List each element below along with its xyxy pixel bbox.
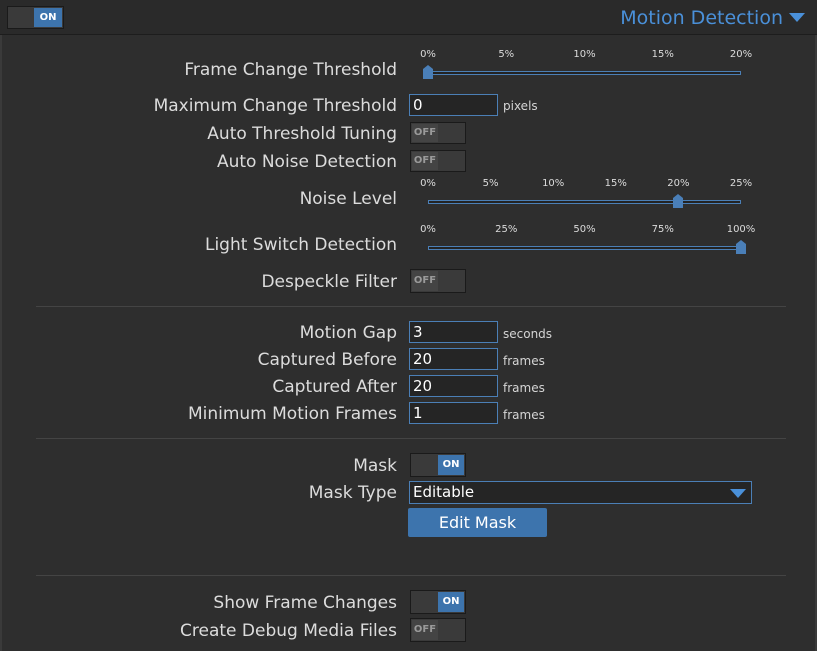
motion-gap-label: Motion Gap <box>299 323 397 343</box>
mask-type-select[interactable]: Editable <box>409 481 752 504</box>
auto-noise-detection-toggle[interactable]: OFF <box>410 150 466 172</box>
auto-noise-detection-label: Auto Noise Detection <box>216 152 397 172</box>
maximum-change-threshold-label: Maximum Change Threshold <box>153 96 397 116</box>
captured-before-label: Captured Before <box>257 350 397 370</box>
despeckle-filter-toggle[interactable]: OFF <box>410 269 466 293</box>
slider-tick-label: 10% <box>573 49 596 60</box>
slider-tick-label: 0% <box>420 224 436 235</box>
toggle-knob: OFF <box>412 271 438 291</box>
captured-before-unit: frames <box>503 354 545 368</box>
panel-border-left <box>0 0 2 651</box>
toggle-knob: ON <box>34 8 62 27</box>
slider-tick-label: 25% <box>729 178 753 189</box>
divider <box>36 306 786 307</box>
slider-thumb[interactable] <box>736 239 746 254</box>
toggle-knob: OFF <box>412 124 438 142</box>
motion-gap-unit: seconds <box>503 327 553 341</box>
captured-before-input[interactable]: 20 <box>409 348 498 370</box>
slider-tick-label: 15% <box>604 178 627 189</box>
minimum-motion-frames-unit: frames <box>503 408 545 422</box>
captured-after-input[interactable]: 20 <box>409 375 498 397</box>
captured-after-unit: frames <box>503 381 545 395</box>
slider-tick-label: 20% <box>667 178 690 189</box>
show-frame-changes-toggle[interactable]: ON <box>410 590 466 614</box>
settings-panel <box>0 35 817 651</box>
slider-thumb[interactable] <box>673 193 684 208</box>
slider-tick-label: 50% <box>573 224 596 235</box>
section-header: ON Motion Detection <box>0 0 817 35</box>
slider-track[interactable] <box>428 71 741 75</box>
minimum-motion-frames-input[interactable]: 1 <box>409 402 498 424</box>
slider-tick-label: 0% <box>420 49 436 60</box>
chevron-down-icon <box>730 489 746 498</box>
mask-type-label: Mask Type <box>308 483 397 503</box>
minimum-motion-frames-label: Minimum Motion Frames <box>187 404 397 424</box>
mask-type-value: Editable <box>413 483 475 501</box>
mask-label: Mask <box>353 456 397 476</box>
divider <box>36 575 786 576</box>
chevron-down-icon[interactable] <box>789 13 805 22</box>
slider-track[interactable] <box>428 200 741 204</box>
section-title[interactable]: Motion Detection <box>620 6 783 30</box>
slider-thumb[interactable] <box>423 64 433 79</box>
slider-tick-label: 5% <box>498 49 515 60</box>
toggle-knob: ON <box>438 455 464 475</box>
auto-threshold-tuning-label: Auto Threshold Tuning <box>207 124 397 144</box>
create-debug-media-files-toggle[interactable]: OFF <box>410 618 466 642</box>
slider-tick-label: 20% <box>729 49 753 60</box>
slider-tick-label: 0% <box>420 178 436 189</box>
slider-tick-label: 5% <box>482 178 499 189</box>
auto-threshold-tuning-toggle[interactable]: OFF <box>410 122 466 144</box>
maximum-change-threshold-input[interactable]: 0 <box>409 94 498 116</box>
slider-tick-label: 25% <box>495 224 518 235</box>
motion-gap-input[interactable]: 3 <box>409 321 498 343</box>
slider-tick-label: 10% <box>542 178 565 189</box>
frame-change-threshold-label: Frame Change Threshold <box>184 60 397 80</box>
toggle-knob: ON <box>438 592 464 612</box>
slider-tick-label: 75% <box>651 224 674 235</box>
slider-tick-label: 100% <box>726 224 756 235</box>
maximum-change-threshold-unit: pixels <box>503 99 538 113</box>
divider <box>36 438 786 439</box>
section-enable-toggle[interactable]: ON <box>7 6 64 29</box>
toggle-knob: OFF <box>412 620 438 640</box>
mask-toggle[interactable]: ON <box>410 453 466 477</box>
captured-after-label: Captured After <box>272 377 397 397</box>
edit-mask-button[interactable]: Edit Mask <box>408 508 547 537</box>
slider-tick-label: 15% <box>651 49 674 60</box>
create-debug-media-files-label: Create Debug Media Files <box>180 621 397 641</box>
show-frame-changes-label: Show Frame Changes <box>213 593 397 613</box>
despeckle-filter-label: Despeckle Filter <box>261 272 397 292</box>
toggle-knob: OFF <box>412 152 438 170</box>
light-switch-detection-label: Light Switch Detection <box>204 235 397 255</box>
noise-level-label: Noise Level <box>299 189 397 209</box>
slider-track[interactable] <box>428 246 741 250</box>
